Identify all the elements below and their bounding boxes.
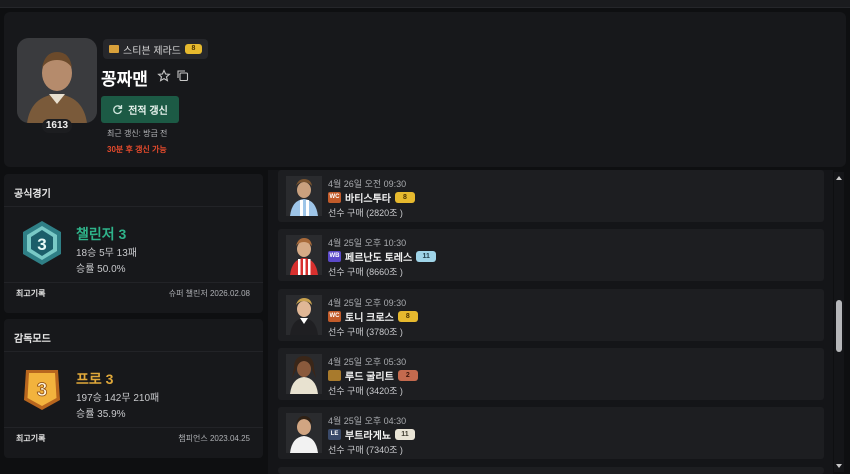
trade-item[interactable]: 4월 25일 오후 09:30 WC 토니 크로스 8 선수 구매 (3780조… (278, 289, 824, 341)
player-name: 페르난도 토레스 (345, 253, 413, 264)
trade-price: 선수 구매 (8660조 ) (328, 267, 403, 277)
trade-player: WB 페르난도 토레스 11 (328, 249, 437, 264)
player-photo (286, 176, 322, 216)
grade-badge: 11 (416, 251, 437, 262)
trade-item[interactable]: 4월 25일 오후 04:30 LE 부트라게뇨 11 선수 구매 (7340조… (278, 407, 824, 459)
trade-date: 4월 25일 오후 10:30 (328, 238, 407, 248)
trade-item[interactable]: 4월 26일 오전 09:30 WC 바티스투타 8 선수 구매 (2820조 … (278, 170, 824, 222)
challenger-rank-icon: 3 (23, 221, 61, 265)
season-badge: LE (328, 429, 341, 440)
grade-badge: 8 (395, 192, 415, 203)
player-photo (286, 354, 322, 394)
scroll-thumb[interactable] (836, 300, 842, 352)
win-rate: 승률 35.9% (76, 409, 126, 420)
player-name: 부트라게뇨 (345, 431, 391, 442)
scrollbar[interactable] (834, 172, 844, 472)
trade-history-list: 4월 26일 오전 09:30 WC 바티스투타 8 선수 구매 (2820조 … (268, 170, 833, 474)
trade-date: 4월 26일 오전 09:30 (328, 179, 407, 189)
panel-title: 감독모드 (14, 334, 51, 345)
best-record-label: 최고기록 (16, 289, 46, 298)
player-name: 토니 크로스 (345, 313, 394, 324)
player-photo (286, 413, 322, 453)
trade-date: 4월 25일 오후 09:30 (328, 298, 407, 308)
trade-price: 선수 구매 (2820조 ) (328, 208, 403, 218)
grade-badge: 2 (397, 370, 418, 381)
trade-player: 루드 굴리트 2 (328, 368, 418, 383)
trade-item[interactable]: 4월 25일 오후 05:30 루드 굴리트 2 선수 구매 (3420조 ) (278, 348, 824, 400)
trade-date: 4월 25일 오후 05:30 (328, 357, 407, 367)
scroll-up-arrow-icon[interactable] (836, 176, 842, 180)
svg-text:3: 3 (37, 380, 48, 401)
season-icon (328, 370, 341, 381)
manager-mode-panel: 감독모드 3 프로 3 197승 142무 210패 승률 35.9% 최고기록… (4, 319, 263, 458)
season-badge: WB (328, 251, 341, 262)
rank-record: 197승 142무 210패 (76, 393, 160, 404)
official-match-panel: 공식경기 3 챌린저 3 18승 5무 13패 승률 50.0% 최고기록 슈퍼… (4, 174, 263, 313)
season-badge: WC (328, 311, 341, 322)
divider (4, 282, 263, 283)
grade-badge: 11 (395, 429, 415, 440)
refresh-label: 전적 갱신 (128, 106, 168, 117)
trade-price: 선수 구매 (7340조 ) (328, 445, 403, 455)
trade-date: 4월 25일 오후 04:30 (328, 416, 407, 426)
trade-price: 선수 구매 (3780조 ) (328, 327, 403, 337)
copy-icon[interactable] (176, 69, 189, 82)
trade-item[interactable]: 4월 25일 오후 10:30 WB 페르난도 토레스 11 선수 구매 (86… (278, 229, 824, 281)
divider (4, 427, 263, 428)
best-record-value: 슈퍼 챌린저 2026.02.08 (168, 289, 250, 298)
player-name: 루드 굴리트 (345, 372, 394, 383)
rank-name: 챌린저 3 (76, 226, 127, 242)
rank-record: 18승 5무 13패 (76, 248, 137, 259)
trade-player: LE 부트라게뇨 11 (328, 427, 415, 442)
divider (4, 351, 263, 352)
trade-item[interactable] (278, 467, 824, 474)
last-update-text: 최근 갱신: 방금 전 (107, 129, 168, 138)
win-rate: 승률 50.0% (76, 264, 126, 275)
next-update-text: 30분 후 갱신 가능 (107, 145, 167, 154)
profile-card: 1613 스티븐 제라드 8 꽁짜맨 전적 갱신 최근 갱신: 방금 전 30분… (4, 12, 846, 167)
trade-player: WC 바티스투타 8 (328, 190, 415, 205)
nickname: 꽁짜맨 (101, 70, 148, 89)
refresh-icon (113, 105, 123, 115)
svg-text:3: 3 (37, 235, 46, 254)
best-record-value: 챔피언스 2023.04.25 (178, 434, 250, 443)
trade-player: WC 토니 크로스 8 (328, 309, 418, 324)
grade-badge: 8 (184, 44, 202, 54)
player-photo (286, 235, 322, 275)
player-name: 바티스투타 (345, 194, 391, 205)
trade-price: 선수 구매 (3420조 ) (328, 386, 403, 396)
grade-badge: 8 (397, 311, 418, 322)
rank-name: 프로 3 (76, 371, 114, 387)
scroll-down-arrow-icon[interactable] (836, 464, 842, 468)
panel-title: 공식경기 (14, 189, 51, 200)
season-icon (109, 45, 119, 53)
level-badge: 1613 (42, 119, 72, 133)
divider (4, 206, 263, 207)
player-photo (286, 295, 322, 335)
top-bar (0, 0, 850, 8)
season-badge: WC (328, 192, 341, 203)
best-record-label: 최고기록 (16, 434, 46, 443)
pro-rank-icon: 3 (24, 370, 60, 410)
avatar (17, 38, 97, 123)
refresh-button[interactable]: 전적 갱신 (101, 96, 179, 123)
favorite-star-icon[interactable] (157, 69, 171, 83)
player-chip-name: 스티븐 제라드 (123, 45, 181, 57)
representative-player-chip[interactable]: 스티븐 제라드 8 (103, 39, 208, 59)
